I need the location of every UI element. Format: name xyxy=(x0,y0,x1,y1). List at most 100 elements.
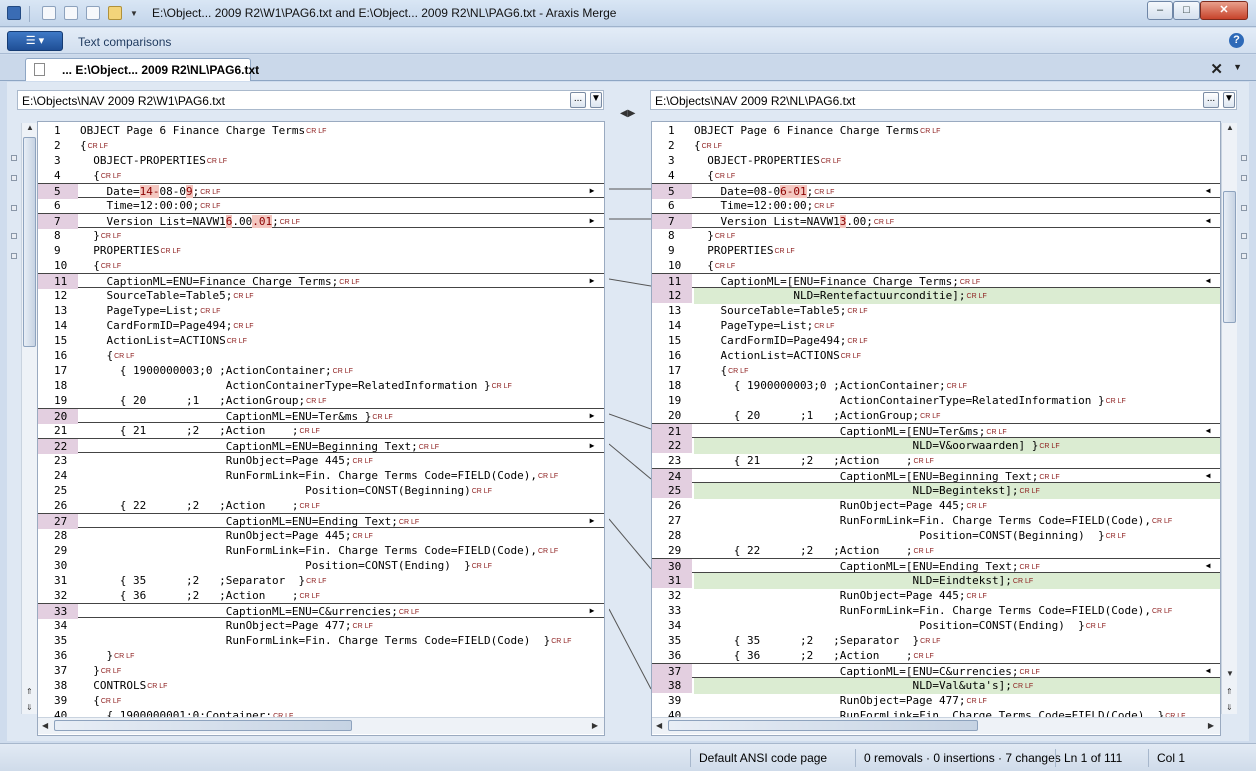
minimize-button[interactable]: – xyxy=(1147,1,1173,20)
merge-left-icon[interactable]: ◀ xyxy=(1202,276,1214,286)
text-line[interactable]: 30 CaptionML=[ENU=Ending Text;CR LF ◀ xyxy=(652,558,1220,574)
text-line[interactable]: 38 NLD=Val&uta's];CR LF xyxy=(652,678,1220,694)
left-overview-gutter[interactable] xyxy=(8,123,20,713)
next-change-icon[interactable]: ⇓ xyxy=(1226,703,1233,712)
text-line[interactable]: 1 OBJECT Page 6 Finance Charge TermsCR LF xyxy=(652,123,1220,138)
merge-right-icon[interactable]: ▶ xyxy=(586,441,598,451)
text-line[interactable]: 22 NLD=V&oorwaarden] }CR LF xyxy=(652,438,1220,454)
scroll-right-icon[interactable]: ▶ xyxy=(592,721,598,730)
text-line[interactable]: 36 { 36 ;2 ;Action ;CR LF xyxy=(652,648,1220,663)
text-line[interactable]: 19 { 20 ;1 ;ActionGroup;CR LF xyxy=(38,393,604,408)
right-browse-button[interactable]: ... xyxy=(1203,92,1219,108)
merge-left-icon[interactable]: ◀ xyxy=(1202,471,1214,481)
text-line[interactable]: 16 ActionList=ACTIONSCR LF xyxy=(652,348,1220,363)
right-vertical-scrollbar[interactable]: ▲ ▼ ⇑ ⇓ xyxy=(1221,123,1237,714)
maximize-button[interactable]: □ xyxy=(1173,1,1200,20)
left-path-field[interactable]: E:\Objects\NAV 2009 R2\W1\PAG6.txt ... ▼ xyxy=(17,90,604,110)
status-code-page[interactable]: Default ANSI code page xyxy=(690,749,827,767)
text-line[interactable]: 19 ActionContainerType=RelatedInformatio… xyxy=(652,393,1220,408)
text-line[interactable]: 18 ActionContainerType=RelatedInformatio… xyxy=(38,378,604,393)
merge-left-icon[interactable]: ◀ xyxy=(1202,561,1214,571)
text-line[interactable]: 11 CaptionML=ENU=Finance Charge Terms;CR… xyxy=(38,273,604,289)
right-history-dropdown[interactable]: ▼ xyxy=(1223,92,1235,108)
scroll-up-icon[interactable]: ▲ xyxy=(1226,123,1234,132)
text-line[interactable]: 15 CardFormID=Page494;CR LF xyxy=(652,333,1220,348)
text-line[interactable]: 7 Version List=NAVW13.00;CR LF ◀ xyxy=(652,213,1220,229)
merge-right-icon[interactable]: ▶ xyxy=(586,216,598,226)
app-menu-icon[interactable] xyxy=(7,6,21,20)
tab-menu-icon[interactable]: ▼ xyxy=(1233,62,1242,72)
text-line[interactable]: 28 Position=CONST(Beginning) }CR LF xyxy=(652,528,1220,543)
right-overview-gutter[interactable] xyxy=(1238,123,1250,713)
text-line[interactable]: 35 { 35 ;2 ;Separator }CR LF xyxy=(652,633,1220,648)
text-line[interactable]: 38 CONTROLSCR LF xyxy=(38,678,604,693)
text-line[interactable]: 9 PROPERTIESCR LF xyxy=(38,243,604,258)
new-binary-comparison-icon[interactable] xyxy=(64,6,78,20)
text-line[interactable]: 25 Position=CONST(Beginning)CR LF xyxy=(38,483,604,498)
right-hscroll-thumb[interactable] xyxy=(668,720,978,731)
text-line[interactable]: 3 OBJECT-PROPERTIESCR LF xyxy=(652,153,1220,168)
text-line[interactable]: 30 Position=CONST(Ending) }CR LF xyxy=(38,558,604,573)
left-horizontal-scrollbar[interactable]: ◀ ▶ xyxy=(38,717,604,734)
text-line[interactable]: 39 RunObject=Page 477;CR LF xyxy=(652,693,1220,708)
scroll-right-icon[interactable]: ▶ xyxy=(1208,721,1214,730)
merge-left-icon[interactable]: ◀ xyxy=(1202,426,1214,436)
text-line[interactable]: 10 {CR LF xyxy=(652,258,1220,273)
left-file-pane[interactable]: 1 OBJECT Page 6 Finance Charge TermsCR LF… xyxy=(37,121,605,736)
text-line[interactable]: 20 CaptionML=ENU=Ter&ms }CR LF ▶ xyxy=(38,408,604,424)
application-menu-button[interactable]: ☰ ▾ xyxy=(7,31,63,51)
text-line[interactable]: 22 CaptionML=ENU=Beginning Text;CR LF ▶ xyxy=(38,438,604,454)
text-line[interactable]: 3 OBJECT-PROPERTIESCR LF xyxy=(38,153,604,168)
text-line[interactable]: 31 { 35 ;2 ;Separator }CR LF xyxy=(38,573,604,588)
right-file-pane[interactable]: 1 OBJECT Page 6 Finance Charge TermsCR LF… xyxy=(651,121,1221,736)
text-line[interactable]: 27 RunFormLink=Fin. Charge Terms Code=FI… xyxy=(652,513,1220,528)
merge-right-icon[interactable]: ▶ xyxy=(586,606,598,616)
text-line[interactable]: 28 RunObject=Page 445;CR LF xyxy=(38,528,604,543)
text-line[interactable]: 34 RunObject=Page 477;CR LF xyxy=(38,618,604,633)
text-line[interactable]: 13 SourceTable=Table5;CR LF xyxy=(652,303,1220,318)
help-icon[interactable]: ? xyxy=(1229,33,1244,48)
text-line[interactable]: 33 RunFormLink=Fin. Charge Terms Code=FI… xyxy=(652,603,1220,618)
text-line[interactable]: 24 CaptionML=[ENU=Beginning Text;CR LF ◀ xyxy=(652,468,1220,484)
text-line[interactable]: 14 PageType=List;CR LF xyxy=(652,318,1220,333)
text-line[interactable]: 6 Time=12:00:00;CR LF xyxy=(652,198,1220,213)
text-line[interactable]: 26 { 22 ;2 ;Action ;CR LF xyxy=(38,498,604,513)
text-line[interactable]: 6 Time=12:00:00;CR LF xyxy=(38,198,604,213)
swap-files-icon[interactable]: ◀▶ xyxy=(620,108,635,119)
text-line[interactable]: 20 { 20 ;1 ;ActionGroup;CR LF xyxy=(652,408,1220,423)
text-line[interactable]: 35 RunFormLink=Fin. Charge Terms Code=FI… xyxy=(38,633,604,648)
text-line[interactable]: 17 { 1900000003;0 ;ActionContainer;CR LF xyxy=(38,363,604,378)
text-line[interactable]: 36 }CR LF xyxy=(38,648,604,663)
left-hscroll-thumb[interactable] xyxy=(54,720,352,731)
text-line[interactable]: 4 {CR LF xyxy=(652,168,1220,183)
text-line[interactable]: 21 CaptionML=[ENU=Ter&ms;CR LF ◀ xyxy=(652,423,1220,439)
scroll-up-icon[interactable]: ▲ xyxy=(26,123,34,132)
text-line[interactable]: 24 RunFormLink=Fin. Charge Terms Code=FI… xyxy=(38,468,604,483)
text-line[interactable]: 5 Date=08-06-01;CR LF ◀ xyxy=(652,183,1220,199)
text-line[interactable]: 29 RunFormLink=Fin. Charge Terms Code=FI… xyxy=(38,543,604,558)
text-line[interactable]: 26 RunObject=Page 445;CR LF xyxy=(652,498,1220,513)
text-line[interactable]: 7 Version List=NAVW16.00.01;CR LF ▶ xyxy=(38,213,604,229)
open-folder-icon[interactable] xyxy=(108,6,122,20)
text-line[interactable]: 2 {CR LF xyxy=(38,138,604,153)
text-line[interactable]: 8 }CR LF xyxy=(38,228,604,243)
left-scroll-thumb[interactable] xyxy=(23,137,36,347)
text-line[interactable]: 32 RunObject=Page 445;CR LF xyxy=(652,588,1220,603)
text-line[interactable]: 10 {CR LF xyxy=(38,258,604,273)
right-path-field[interactable]: E:\Objects\NAV 2009 R2\NL\PAG6.txt ... ▼ xyxy=(650,90,1237,110)
ribbon-tab-text-comparisons[interactable]: Text comparisons xyxy=(78,35,171,49)
text-line[interactable]: 23 RunObject=Page 445;CR LF xyxy=(38,453,604,468)
text-line[interactable]: 39 {CR LF xyxy=(38,693,604,708)
merge-right-icon[interactable]: ▶ xyxy=(586,276,598,286)
merge-right-icon[interactable]: ▶ xyxy=(586,186,598,196)
merge-left-icon[interactable]: ◀ xyxy=(1202,186,1214,196)
text-line[interactable]: 33 CaptionML=ENU=C&urrencies;CR LF ▶ xyxy=(38,603,604,619)
left-vertical-scrollbar[interactable]: ▲ ⇑ ⇓ xyxy=(21,123,37,714)
text-line[interactable]: 5 Date=14-08-09;CR LF ▶ xyxy=(38,183,604,199)
merge-right-icon[interactable]: ▶ xyxy=(586,411,598,421)
text-line[interactable]: 21 { 21 ;2 ;Action ;CR LF xyxy=(38,423,604,438)
right-horizontal-scrollbar[interactable]: ◀ ▶ xyxy=(652,717,1220,734)
new-document-icon[interactable] xyxy=(42,6,56,20)
scroll-left-icon[interactable]: ◀ xyxy=(656,721,662,730)
text-line[interactable]: 31 NLD=Eindtekst];CR LF xyxy=(652,573,1220,589)
